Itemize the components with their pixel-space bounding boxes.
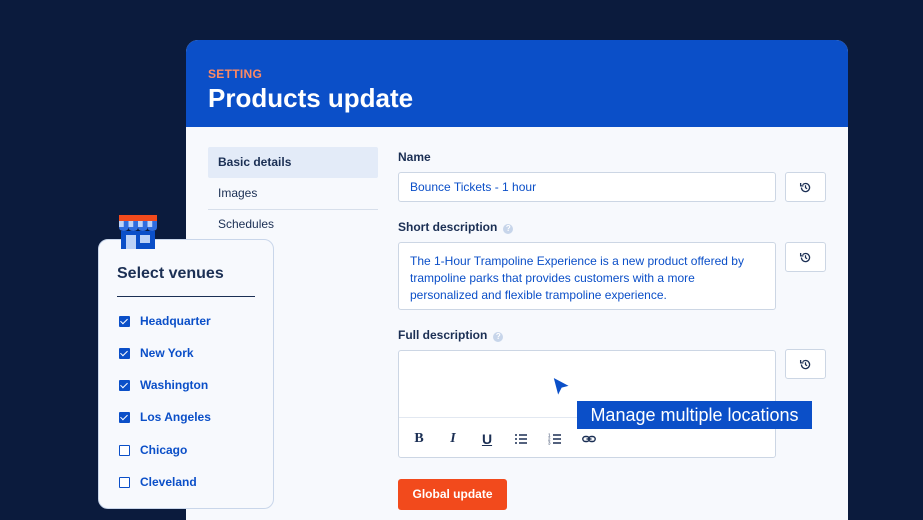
page-title: Products update [208,83,414,113]
svg-text:3: 3 [548,441,551,446]
venue-option-los-angeles[interactable]: Los Angeles [119,410,211,424]
history-icon [799,359,811,369]
checkbox[interactable] [119,476,130,488]
short-description-input[interactable]: The 1-Hour Trampoline Experience is a ne… [398,242,776,310]
underline-icon[interactable]: U [478,430,496,448]
select-venues-card: Select venues Headquarter New York Washi… [98,239,274,509]
header-eyebrow: SETTING [208,67,263,81]
nav-item-basic-details[interactable]: Basic details [208,147,378,178]
italic-icon[interactable]: I [444,430,462,448]
venue-option-chicago[interactable]: Chicago [119,443,187,457]
products-update-panel: SETTING Products update Basic details Im… [186,40,848,520]
venue-option-washington[interactable]: Washington [119,378,208,392]
nav-item-schedules[interactable]: Schedules [208,209,378,240]
bold-icon[interactable]: B [410,430,428,448]
short-description-reset-button[interactable] [785,242,826,272]
venues-divider [117,296,255,297]
venue-option-cleveland[interactable]: Cleveland [119,475,197,489]
history-icon [799,182,811,192]
checkbox[interactable] [119,379,130,391]
help-icon[interactable]: ? [493,332,504,342]
manage-locations-tooltip: Manage multiple locations [577,401,812,429]
link-icon[interactable] [580,430,598,448]
short-description-label: Short description? [398,220,514,234]
name-reset-button[interactable] [785,172,826,202]
checkbox[interactable] [119,411,130,423]
help-icon[interactable]: ? [503,224,514,234]
venue-option-new-york[interactable]: New York [119,346,194,360]
full-description-label: Full description? [398,328,504,342]
history-icon [799,252,811,262]
venue-option-headquarter[interactable]: Headquarter [119,314,211,328]
checkbox[interactable] [119,347,130,359]
global-update-button[interactable]: Global update [398,479,507,510]
panel-header: SETTING Products update [186,40,848,127]
store-icon [119,215,157,249]
nav-item-images[interactable]: Images [208,178,378,209]
mouse-cursor-icon [552,376,572,398]
name-label: Name [398,150,431,164]
venues-title: Select venues [117,265,224,282]
checkbox[interactable] [119,315,130,327]
checkbox[interactable] [119,444,130,456]
name-input[interactable]: Bounce Tickets - 1 hour [398,172,776,202]
numbered-list-icon[interactable]: 123 [546,430,564,448]
bulleted-list-icon[interactable] [512,430,530,448]
full-description-reset-button[interactable] [785,349,826,379]
